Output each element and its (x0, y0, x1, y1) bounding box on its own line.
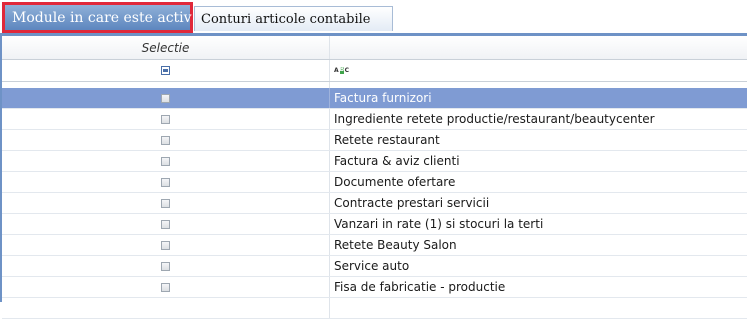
row-label: Factura & aviz clienti (334, 154, 460, 168)
row-checkbox[interactable] (161, 135, 170, 145)
tab-module-active[interactable]: Module in care este activ (2, 2, 193, 33)
column-header-selectie[interactable]: Selectie (2, 36, 330, 59)
row-label: Ingrediente retete productie/restaurant/… (334, 112, 655, 126)
tab-strip: Module in care este activ Conturi artico… (0, 0, 747, 36)
row-label: Documente ofertare (334, 175, 456, 189)
table-row[interactable]: Documente ofertare (2, 172, 747, 193)
row-checkbox[interactable] (161, 114, 170, 124)
table-row[interactable]: Retete Beauty Salon (2, 235, 747, 256)
row-checkbox[interactable] (161, 240, 170, 250)
row-checkbox[interactable] (161, 198, 170, 208)
table-row[interactable]: Retete restaurant (2, 130, 747, 151)
tab-conturi-articole[interactable]: Conturi articole contabile (194, 6, 393, 31)
row-label: Contracte prestari servicii (334, 196, 490, 210)
row-label: Retete Beauty Salon (334, 238, 457, 252)
row-checkbox[interactable] (161, 261, 170, 271)
row-checkbox[interactable] (161, 282, 170, 292)
row-checkbox[interactable] (161, 156, 170, 166)
table-row[interactable]: Vanzari in rate (1) si stocuri la terti (2, 214, 747, 235)
filter-checkbox-icon[interactable] (161, 66, 170, 75)
text-filter-icon[interactable]: ABC (334, 67, 349, 74)
grid-header: Selectie (2, 36, 747, 60)
filter-row: ABC (2, 60, 747, 82)
table-row[interactable]: Ingrediente retete productie/restaurant/… (2, 109, 747, 130)
row-label: Vanzari in rate (1) si stocuri la terti (334, 217, 544, 231)
table-row[interactable]: Service auto (2, 256, 747, 277)
row-label: Factura furnizori (334, 91, 432, 105)
table-row[interactable]: Fisa de fabricatie - productie (2, 277, 747, 298)
row-label: Service auto (334, 259, 410, 273)
table-row[interactable]: Factura & aviz clienti (2, 151, 747, 172)
row-checkbox[interactable] (161, 219, 170, 229)
table-row-partial (2, 298, 747, 319)
row-label: Retete restaurant (334, 133, 440, 147)
table-row[interactable]: Contracte prestari servicii (2, 193, 747, 214)
row-checkbox[interactable] (161, 93, 170, 103)
row-checkbox[interactable] (161, 177, 170, 187)
table-row[interactable]: Factura furnizori (2, 88, 747, 109)
modules-grid: Selectie ABC Factura furnizori Ingredien… (2, 36, 747, 319)
row-label: Fisa de fabricatie - productie (334, 280, 506, 294)
column-header-name[interactable] (330, 36, 747, 59)
